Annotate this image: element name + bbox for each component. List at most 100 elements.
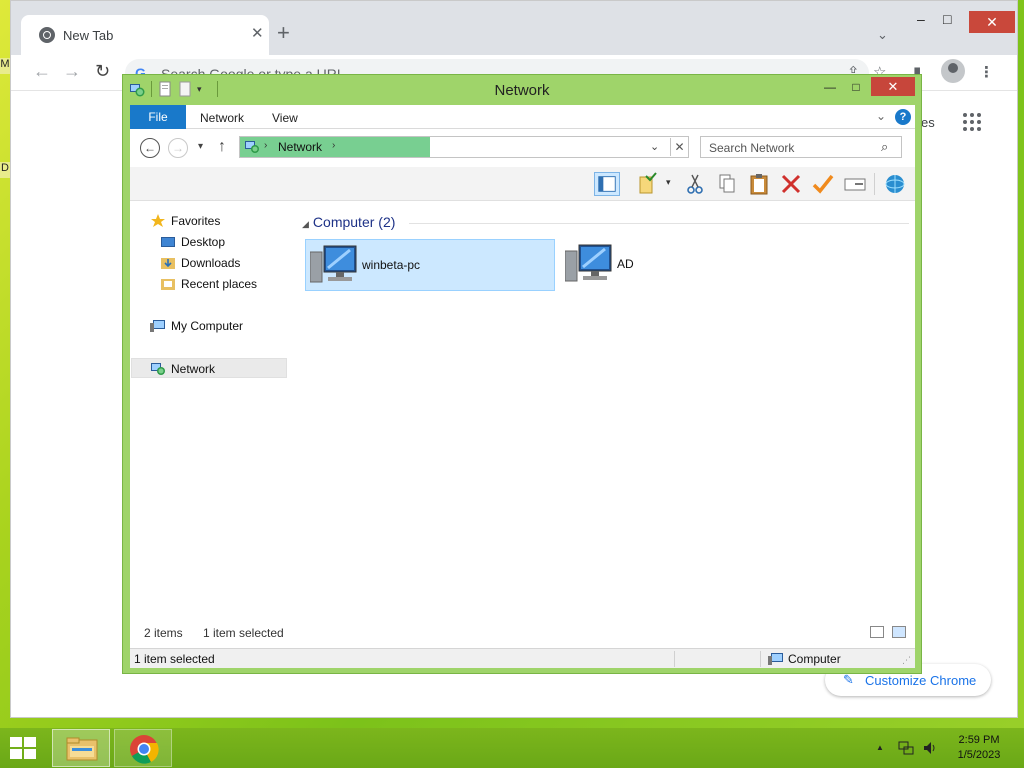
chrome-tab-title: New Tab	[63, 28, 114, 43]
explorer-title: Network	[494, 82, 550, 99]
nav-item-label: Recent places	[181, 277, 258, 291]
network-item-name: AD	[617, 257, 634, 271]
classic-status-bar: 1 item selected Computer ⋰	[130, 648, 915, 668]
recent-locations-button[interactable]: ▾	[198, 141, 203, 152]
nav-item-my-computer[interactable]: My Computer	[150, 316, 280, 336]
chrome-menu-icon[interactable]: ⋮	[979, 63, 994, 81]
chrome-close-button[interactable]: ✕	[969, 11, 1015, 33]
item-count: 2 items	[144, 626, 183, 640]
start-button[interactable]	[10, 737, 38, 761]
chrome-tab-search-icon[interactable]: ⌄	[877, 27, 888, 43]
explorer-maximize-button[interactable]: □	[843, 78, 869, 96]
explorer-close-button[interactable]: ✕	[871, 77, 915, 96]
large-icons-view-icon[interactable]	[892, 626, 906, 638]
network-globe-icon[interactable]	[882, 172, 908, 196]
selection-count: 1 item selected	[203, 626, 284, 640]
chrome-tab-close-icon[interactable]: ✕	[251, 24, 264, 42]
content-pane[interactable]: ◢ Computer (2) winbeta-pc AD	[296, 201, 915, 618]
chrome-minimize-button[interactable]: –	[917, 11, 925, 27]
ribbon-tabs: File Network View ⌄ ?	[130, 105, 915, 129]
nav-item-desktop[interactable]: Desktop	[160, 232, 280, 252]
search-input[interactable]: Search Network ⌕	[700, 136, 902, 158]
paste-icon[interactable]	[746, 172, 772, 196]
copy-icon[interactable]	[714, 172, 740, 196]
forward-button[interactable]: →	[168, 138, 188, 158]
status-bar: 2 items 1 item selected	[130, 618, 915, 648]
chrome-favicon-icon	[39, 27, 55, 43]
help-icon[interactable]: ?	[895, 109, 911, 125]
network-icon	[245, 141, 259, 153]
up-button[interactable]: ↑	[218, 138, 226, 156]
star-icon	[151, 214, 165, 227]
clock-time: 2:59 PM	[958, 734, 1000, 746]
explorer-minimize-button[interactable]: —	[817, 78, 843, 96]
network-tray-icon[interactable]	[898, 740, 914, 756]
taskbar-clock[interactable]: 2:59 PM 1/5/2023	[944, 733, 1014, 763]
ribbon-tab-file[interactable]: File	[130, 105, 186, 129]
nav-item-network[interactable]: Network	[131, 358, 287, 378]
network-icon	[151, 363, 165, 375]
customize-chrome-label: Customize Chrome	[865, 673, 977, 688]
navigation-bar: ← → ▾ ↑ › Network › ⌄ ✕ Search Network ⌕	[130, 129, 915, 167]
desktop-icon-fragment[interactable]: D	[0, 162, 10, 178]
group-header-computer[interactable]: ◢ Computer (2)	[302, 214, 395, 230]
pencil-icon: ✎	[843, 672, 854, 687]
ribbon-tab-view[interactable]: View	[272, 111, 298, 125]
taskbar-chrome-button[interactable]	[114, 729, 172, 767]
chrome-back-icon[interactable]: ←	[33, 61, 51, 82]
delete-icon[interactable]	[778, 172, 804, 196]
properties-icon[interactable]	[842, 172, 868, 196]
search-icon: ⌕	[881, 139, 889, 154]
chrome-tabstrip: New Tab ✕ + ⌄ – □ ✕	[11, 1, 1017, 55]
rename-check-icon[interactable]	[810, 172, 836, 196]
explorer-titlebar[interactable]: ▾ Network — □ ✕	[123, 75, 921, 103]
clock-date: 1/5/2023	[957, 749, 1001, 761]
explorer-body: File Network View ⌄ ? ← → ▾ ↑ › Network …	[130, 105, 915, 668]
ribbon-tab-network[interactable]: Network	[200, 111, 244, 125]
navigation-pane: Favorites Desktop Downloads Recent place…	[130, 201, 290, 618]
show-hidden-icons-button[interactable]: ▲	[876, 743, 884, 752]
chrome-reload-icon[interactable]: ↻	[95, 61, 110, 82]
network-item-ad[interactable]: AD	[561, 239, 661, 291]
address-dropdown-icon[interactable]: ⌄	[650, 140, 659, 153]
downloads-folder-icon	[161, 258, 175, 269]
volume-icon[interactable]	[922, 740, 938, 756]
nav-item-favorites[interactable]: Favorites	[150, 211, 280, 231]
recent-places-icon	[161, 279, 175, 290]
breadcrumb-separator[interactable]: ›	[332, 140, 335, 151]
network-item-winbeta-pc[interactable]: winbeta-pc	[305, 239, 555, 291]
address-clear-button[interactable]: ✕	[670, 138, 688, 156]
breadcrumb-network[interactable]: Network	[278, 140, 322, 154]
chrome-new-tab-button[interactable]: +	[277, 22, 290, 44]
collapse-triangle-icon: ◢	[302, 219, 309, 229]
command-toolbar: ▾	[130, 167, 915, 201]
desktop-icon	[161, 237, 175, 247]
computer-icon	[310, 245, 357, 283]
details-view-icon[interactable]	[870, 626, 884, 638]
back-button[interactable]: ←	[140, 138, 160, 158]
computer-icon	[768, 653, 783, 665]
chrome-forward-icon[interactable]: →	[63, 61, 81, 82]
ribbon-expand-chevron-icon[interactable]: ⌄	[876, 109, 886, 123]
select-icon[interactable]	[636, 172, 662, 196]
google-apps-launcher-icon[interactable]	[963, 113, 981, 131]
resize-grip-icon[interactable]: ⋰	[902, 655, 911, 666]
chrome-profile-avatar[interactable]	[941, 59, 965, 83]
taskbar-file-explorer-button[interactable]	[52, 729, 110, 767]
google-images-link-fragment[interactable]: es	[921, 115, 935, 130]
select-dropdown-icon[interactable]: ▾	[666, 177, 671, 188]
folder-icon	[66, 737, 98, 761]
breadcrumb-separator[interactable]: ›	[264, 140, 267, 151]
group-header-label: Computer (2)	[312, 214, 396, 230]
network-item-name: winbeta-pc	[362, 258, 421, 272]
nav-item-downloads[interactable]: Downloads	[160, 253, 280, 273]
chrome-maximize-button[interactable]: □	[943, 11, 951, 27]
address-bar[interactable]: › Network › ⌄ ✕	[239, 136, 689, 158]
search-placeholder: Search Network	[709, 141, 795, 155]
chrome-tab-new-tab[interactable]: New Tab ✕	[21, 15, 269, 55]
desktop-icon-fragment[interactable]: M	[0, 58, 10, 74]
nav-item-label: Desktop	[181, 235, 226, 249]
cut-icon[interactable]	[682, 172, 708, 196]
preview-pane-icon[interactable]	[594, 172, 620, 196]
nav-item-recent-places[interactable]: Recent places	[160, 274, 280, 294]
